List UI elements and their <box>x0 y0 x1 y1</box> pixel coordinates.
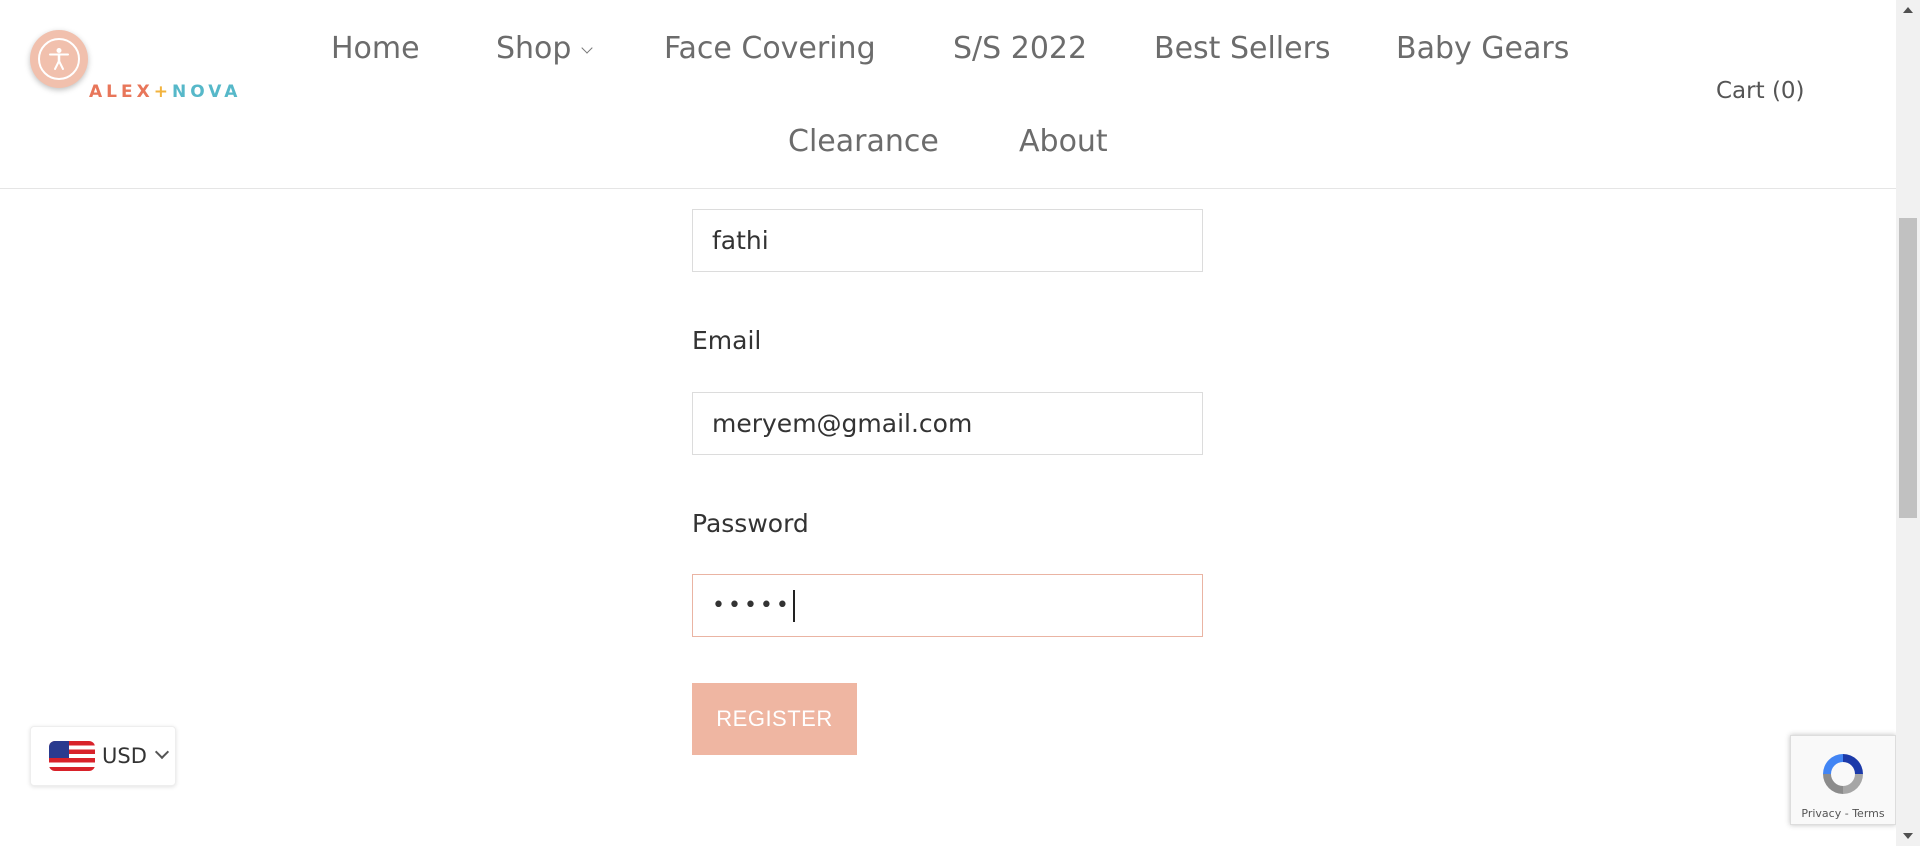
logo-plus: + <box>153 82 172 102</box>
logo-text-nova: NOVA <box>171 82 242 102</box>
chevron-down-icon <box>581 42 594 54</box>
scrollbar-thumb[interactable] <box>1899 218 1917 518</box>
nav-item-home[interactable]: Home <box>331 31 420 66</box>
us-flag-icon <box>49 741 95 771</box>
accessibility-person-icon <box>38 38 80 80</box>
nav-item-baby-gears[interactable]: Baby Gears <box>1396 31 1569 66</box>
nav-item-about[interactable]: About <box>1019 124 1108 159</box>
page: ALEX+NOVA Home Shop Face Covering S/S 20… <box>0 0 1920 846</box>
nav-item-ss-2022[interactable]: S/S 2022 <box>953 31 1087 66</box>
accessibility-button[interactable] <box>30 30 88 88</box>
site-logo[interactable]: ALEX+NOVA <box>89 82 241 102</box>
scroll-up-arrow-icon[interactable] <box>1896 0 1920 20</box>
currency-selector[interactable]: USD <box>30 726 176 786</box>
password-field-value: ••••• <box>712 593 792 618</box>
password-label: Password <box>692 509 809 538</box>
nav-item-shop[interactable]: Shop <box>496 31 594 66</box>
password-field[interactable]: ••••• <box>692 574 1203 637</box>
scroll-down-arrow-icon[interactable] <box>1896 826 1920 846</box>
chevron-down-icon <box>154 744 169 760</box>
register-button[interactable]: REGISTER <box>692 683 857 755</box>
nav-item-shop-label: Shop <box>496 31 572 66</box>
email-label: Email <box>692 326 762 355</box>
currency-label: USD <box>102 744 147 768</box>
cart-link[interactable]: Cart (0) <box>1716 78 1805 104</box>
recaptcha-links[interactable]: Privacy - Terms <box>1791 807 1895 820</box>
email-field[interactable]: meryem@gmail.com <box>692 392 1203 455</box>
nav-item-clearance[interactable]: Clearance <box>788 124 939 159</box>
recaptcha-badge[interactable]: Privacy - Terms <box>1790 735 1896 825</box>
recaptcha-icon <box>1823 754 1863 794</box>
logo-text-alex: ALEX <box>89 82 154 102</box>
name-field[interactable]: fathi <box>692 209 1203 272</box>
nav-item-best-sellers[interactable]: Best Sellers <box>1154 31 1331 66</box>
email-field-value: meryem@gmail.com <box>712 409 973 438</box>
site-header: ALEX+NOVA Home Shop Face Covering S/S 20… <box>0 0 1896 189</box>
nav-item-face-covering[interactable]: Face Covering <box>664 31 876 66</box>
text-caret <box>792 589 795 622</box>
name-field-value: fathi <box>712 226 769 255</box>
vertical-scrollbar[interactable] <box>1896 0 1920 846</box>
